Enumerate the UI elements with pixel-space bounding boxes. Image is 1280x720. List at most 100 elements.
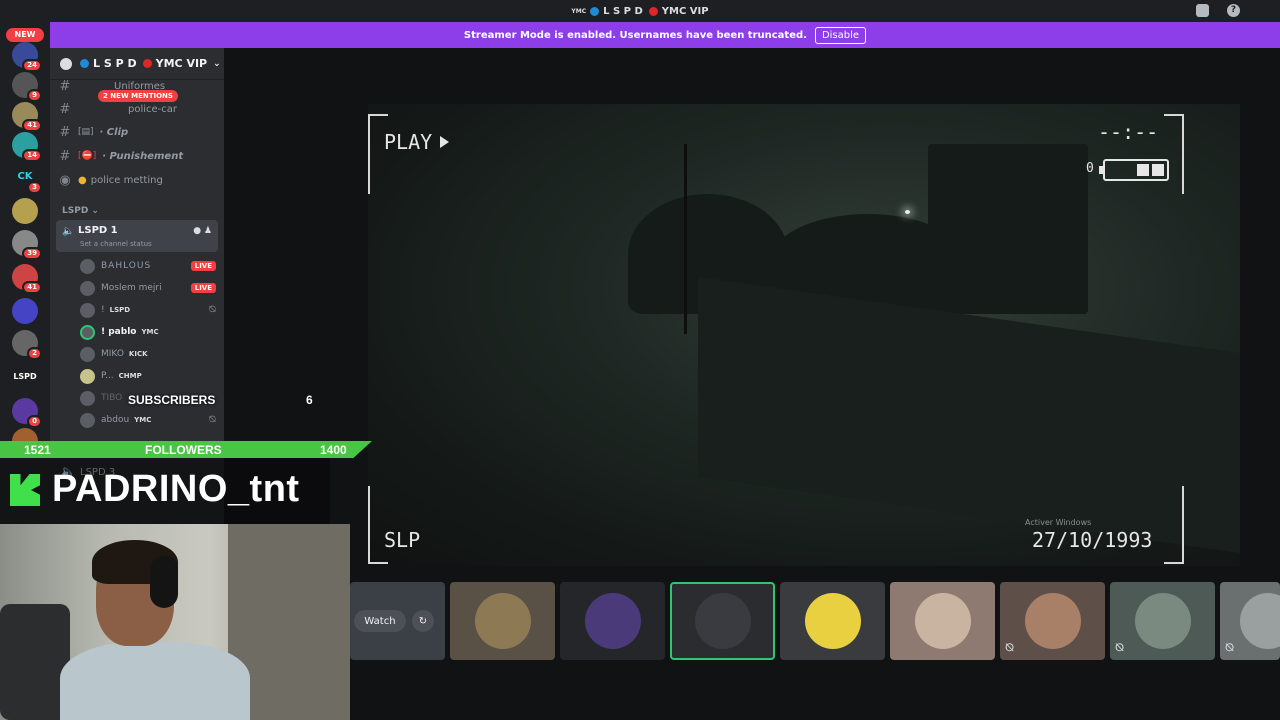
no-entry-icon: [⛔] xyxy=(78,151,97,161)
participant-tile[interactable] xyxy=(780,582,885,660)
channel-clip[interactable]: # [▤] · Clip xyxy=(58,122,218,142)
windows-watermark: Activer Windows xyxy=(1025,518,1092,527)
avatar xyxy=(80,258,95,274)
guild-suffix: YMC VIP xyxy=(155,57,208,70)
disable-button[interactable]: Disable xyxy=(814,26,867,44)
voice-member[interactable]: MIKO KICK xyxy=(80,344,216,364)
voice-member[interactable]: P... CHMP xyxy=(80,366,216,386)
voice-member[interactable]: ! pablo YMC xyxy=(80,322,216,342)
server-icon[interactable]: 2 xyxy=(12,330,42,360)
webcam-feed xyxy=(0,524,350,720)
server-boost-icon xyxy=(60,57,72,70)
followers-bar: 1521 FOLLOWERS 1400 xyxy=(0,441,372,458)
viewfinder-corner xyxy=(1164,486,1184,564)
live-badge: LIVE xyxy=(190,283,216,293)
title-server: L S P D xyxy=(603,5,643,17)
subscribers-label: SUBSCRIBERS xyxy=(128,393,216,407)
channel-punishement[interactable]: # [⛔] · Punishement xyxy=(58,146,218,166)
participant-tile[interactable]: ⦰ xyxy=(1220,582,1280,660)
watch-tile: Watch ↻ xyxy=(350,582,445,660)
followers-value: 1400 xyxy=(320,442,347,457)
help-icon[interactable]: ? xyxy=(1227,4,1240,17)
server-icon[interactable]: 24 xyxy=(12,42,42,72)
deafened-icon: ⦰ xyxy=(208,415,216,425)
followers-left-value: 1521 xyxy=(24,442,51,457)
channel-police-car[interactable]: # police-car xyxy=(58,99,218,119)
server-icon[interactable]: CK 3 xyxy=(12,164,42,194)
guild-name: L S P D xyxy=(93,57,137,70)
participant-tile-selected[interactable] xyxy=(670,582,775,660)
red-dot-icon xyxy=(648,6,658,16)
voice-member[interactable]: abdou YMC ⦰ xyxy=(80,410,216,430)
streamer-mode-banner: Streamer Mode is enabled. Usernames have… xyxy=(50,22,1280,48)
channel-police-metting[interactable]: ◉ ● police metting xyxy=(58,170,218,190)
participant-tile[interactable] xyxy=(560,582,665,660)
new-pill[interactable]: NEW xyxy=(6,28,44,42)
avatar xyxy=(1025,593,1081,649)
avatar xyxy=(80,390,95,406)
hash-icon: # xyxy=(59,124,71,140)
blue-dot-icon xyxy=(80,59,89,68)
server-icon[interactable]: 9 xyxy=(12,72,42,102)
subscribers-value: 6 xyxy=(306,393,313,407)
battery-level: 0 xyxy=(1086,161,1094,176)
voice-member[interactable]: ! LSPD ⦰ xyxy=(80,300,216,320)
server-icon[interactable] xyxy=(12,298,38,324)
watch-button[interactable]: Watch xyxy=(354,610,406,632)
avatar xyxy=(585,593,641,649)
street-pole xyxy=(684,144,687,334)
stage-icon: ◉ xyxy=(59,172,71,188)
category-lspd[interactable]: LSPD ⌄ xyxy=(62,206,99,216)
server-icon[interactable]: 0 xyxy=(12,398,42,428)
avatar xyxy=(80,368,95,384)
participant-strip: Watch ↻ ⦰ ⦰ ⦰ xyxy=(350,582,1280,660)
avatar xyxy=(80,346,95,362)
chat-and-invite-icon[interactable]: ● ♟ xyxy=(193,226,212,236)
avatar xyxy=(1240,593,1280,649)
avatar xyxy=(695,593,751,649)
date-readout: 27/10/1993 xyxy=(1032,528,1153,552)
hash-icon: # xyxy=(59,101,71,117)
chevron-down-icon: ⌄ xyxy=(213,58,221,69)
hash-icon: # xyxy=(59,148,71,164)
server-icon[interactable]: 39 xyxy=(12,230,42,260)
viewfinder-corner xyxy=(368,114,388,194)
street-lamp xyxy=(905,210,910,214)
participant-tile[interactable] xyxy=(450,582,555,660)
title-bar: YMC L S P D YMC VIP ? xyxy=(0,0,1280,22)
participant-tile[interactable]: ⦰ xyxy=(1110,582,1215,660)
battery-icon xyxy=(1099,159,1169,181)
server-icon[interactable] xyxy=(12,198,38,224)
server-icon[interactable]: 41 xyxy=(12,102,42,132)
viewfinder-corner xyxy=(368,486,388,564)
server-icon[interactable]: 41 xyxy=(12,264,42,294)
play-icon xyxy=(440,136,450,148)
hash-icon: # xyxy=(59,78,71,94)
building-silhouette xyxy=(928,144,1088,314)
speaker-icon: 🔈 xyxy=(62,226,75,237)
avatar xyxy=(80,280,95,296)
viewfinder-corner xyxy=(1164,114,1184,194)
popout-icon[interactable]: ↻ xyxy=(412,610,434,632)
participant-tile[interactable]: ⦰ xyxy=(1000,582,1105,660)
time-readout: --:-- xyxy=(1098,120,1159,144)
server-icon[interactable]: 14 xyxy=(12,132,42,162)
voice-member[interactable]: BAHLOUS LIVE xyxy=(80,256,216,276)
avatar xyxy=(1135,593,1191,649)
voice-member[interactable]: Moslem mejri LIVE xyxy=(80,278,216,298)
stream-video[interactable]: PLAY --:-- 0 SLP Activer Windows 27/10/1… xyxy=(368,104,1240,566)
deafened-icon: ⦰ xyxy=(208,305,216,315)
headset-icon xyxy=(150,556,178,608)
avatar xyxy=(915,593,971,649)
muted-icon: ⦰ xyxy=(1115,641,1124,654)
avatar xyxy=(80,324,95,340)
avatar xyxy=(805,593,861,649)
person-shirt xyxy=(60,642,250,720)
followers-label: FOLLOWERS xyxy=(145,442,222,457)
server-icon[interactable]: LSPD xyxy=(12,364,38,390)
red-dot-icon xyxy=(142,59,152,68)
blue-dot-icon xyxy=(590,6,600,16)
inbox-icon[interactable] xyxy=(1196,4,1209,17)
voice-channel-lspd-1[interactable]: 🔈 LSPD 1 Set a channel status ● ♟ xyxy=(56,220,218,252)
participant-tile[interactable] xyxy=(890,582,995,660)
